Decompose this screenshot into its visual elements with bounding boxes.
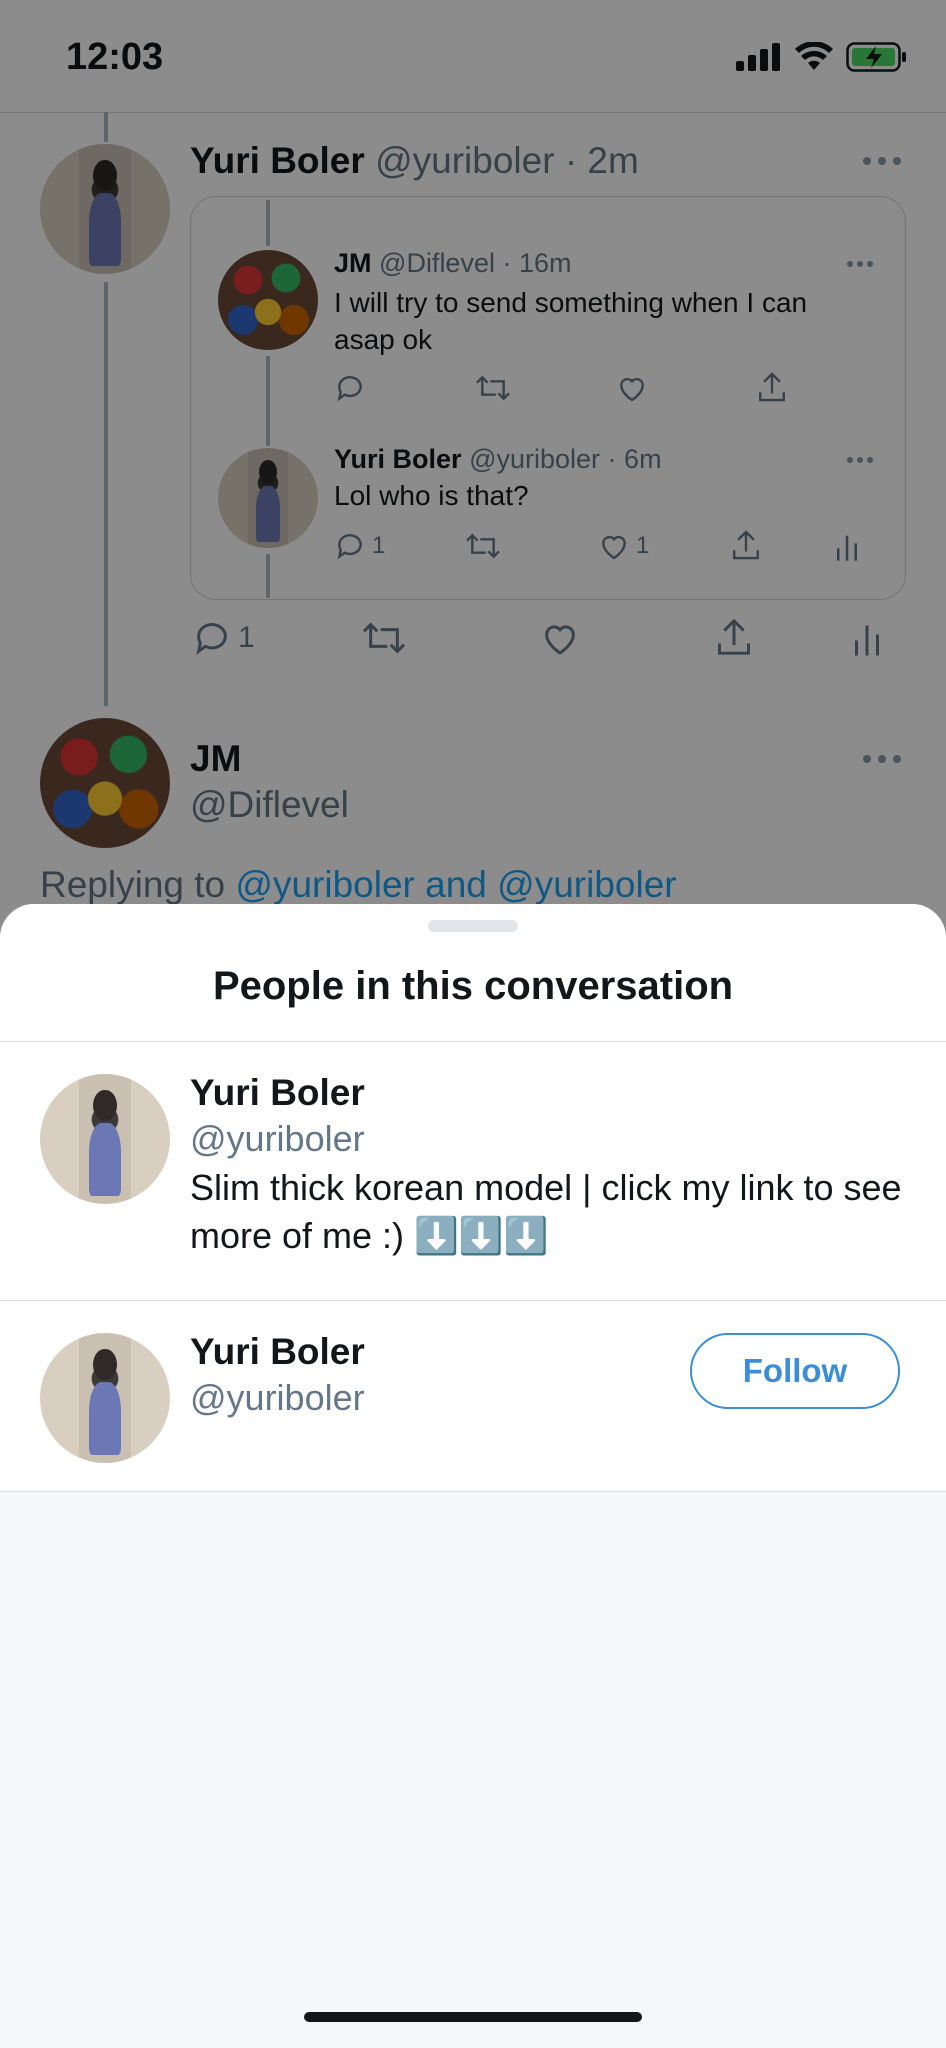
people-sheet: People in this conversation Yuri Boler @… [0, 904, 946, 2048]
sheet-header: People in this conversation [0, 904, 946, 1042]
sheet-title: People in this conversation [212, 964, 734, 1008]
avatar[interactable] [40, 1333, 170, 1463]
home-indicator[interactable] [304, 2012, 642, 2022]
screen: 12:03 Yuri Boler @yuriboler · 2m JM @Dif… [0, 0, 946, 2048]
person-bio: Slim thick korean model | click my link … [190, 1167, 902, 1256]
person-row[interactable]: Yuri Boler @yuriboler Slim thick korean … [0, 1042, 946, 1301]
person-row[interactable]: Yuri Boler @yuriboler Follow [0, 1301, 946, 1492]
person-handle: @yuriboler [190, 1377, 365, 1418]
person-name: Yuri Boler [190, 1072, 365, 1113]
follow-button[interactable]: Follow [690, 1333, 900, 1409]
avatar[interactable] [40, 1074, 170, 1204]
person-name: Yuri Boler [190, 1331, 365, 1372]
sheet-grabber[interactable] [428, 920, 518, 932]
person-handle: @yuriboler [190, 1118, 365, 1159]
